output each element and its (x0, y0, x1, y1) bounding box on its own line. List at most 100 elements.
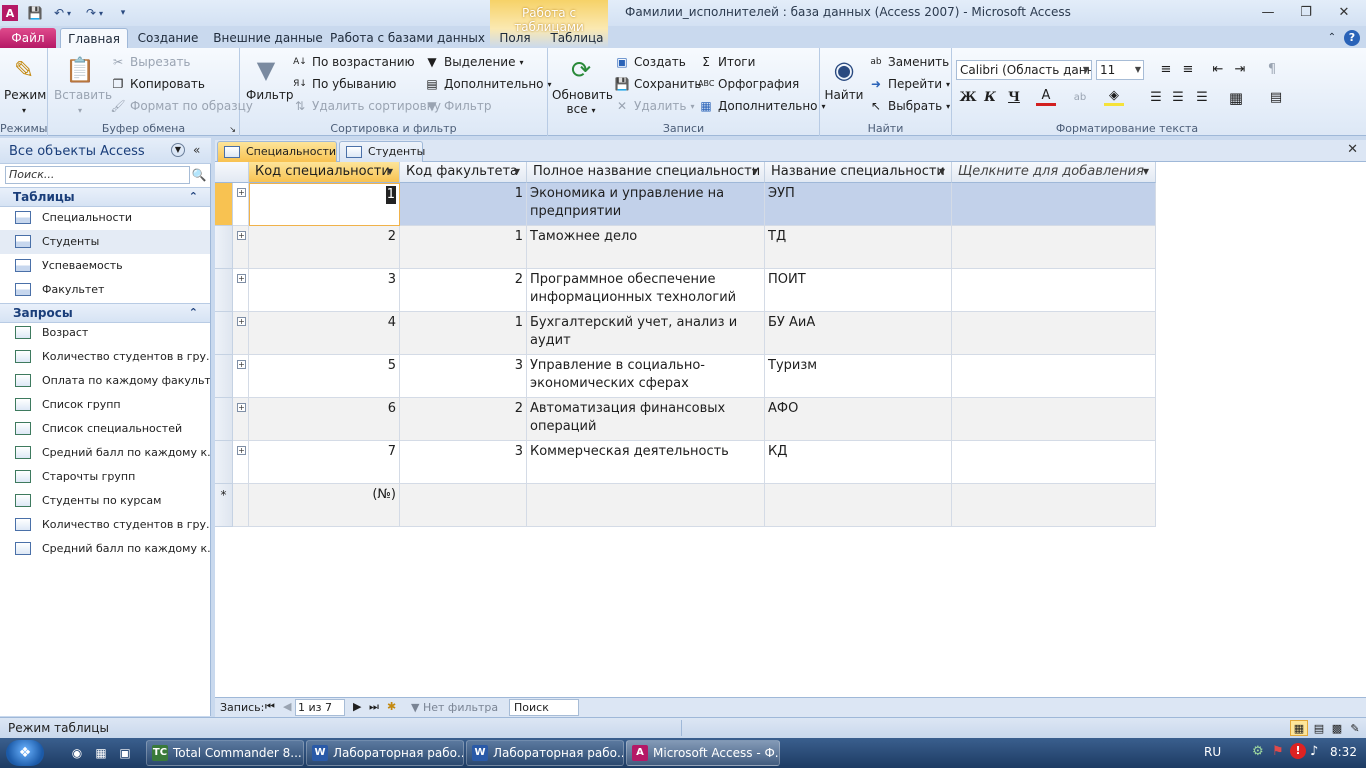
table-cell[interactable]: (№) (249, 484, 400, 527)
table-row[interactable]: +2 1 Таможнее дело ТД (215, 226, 1156, 269)
sort-descending-button[interactable]: Я↓ По убыванию (292, 74, 396, 94)
tab-file[interactable]: Файл (0, 28, 56, 48)
selection-button[interactable]: ▼ Выделение ▾ (424, 52, 523, 72)
font-color-icon[interactable]: A (1036, 88, 1056, 106)
expand-plus-icon[interactable]: + (237, 446, 246, 455)
next-record-icon[interactable]: ▶ (353, 700, 361, 713)
table-cell[interactable]: 7 (249, 441, 400, 484)
bold-button[interactable]: Ж (958, 88, 978, 108)
task-access[interactable]: A Microsoft Access - Ф... (626, 740, 780, 766)
column-header-add-field[interactable]: Щелкните для добавления ▼ (952, 162, 1156, 183)
undo-dropdown-icon[interactable]: ▾ (64, 4, 74, 22)
goto-button[interactable]: ➜ Перейти ▾ (868, 74, 950, 94)
calculator-icon[interactable]: ▦ (92, 744, 110, 762)
nav-query-item[interactable]: Список групп (0, 393, 210, 417)
chevron-down-icon[interactable]: ▼ (514, 162, 520, 182)
nav-table-item[interactable]: Успеваемость (0, 254, 210, 278)
nav-query-item[interactable]: Возраст (0, 321, 210, 345)
font-size-combo[interactable]: 11 ▼ (1096, 60, 1144, 80)
network-icon[interactable]: ⚙ (1252, 744, 1264, 759)
table-cell[interactable] (952, 355, 1156, 398)
design-view-icon[interactable]: ✎ (1346, 720, 1364, 736)
view-button[interactable]: ✎ Режим ▾ (4, 54, 46, 118)
format-painter-button[interactable]: 🖌 Формат по образцу (110, 96, 253, 116)
tab-fields[interactable]: Поля (492, 28, 538, 48)
select-button[interactable]: ↖ Выбрать ▾ (868, 96, 950, 116)
datasheet-view-icon[interactable]: ▦ (1290, 720, 1308, 736)
app-launcher-icon[interactable]: ▣ (116, 744, 134, 762)
table-cell[interactable]: Программное обеспечение информационных т… (527, 269, 765, 312)
copy-button[interactable]: ❐ Копировать (110, 74, 205, 94)
table-row[interactable]: +3 2 Программное обеспечение информационны… (215, 269, 1156, 312)
numbering-icon[interactable]: ≡ (1178, 60, 1198, 80)
column-header-short-name[interactable]: Название специальности ▼ (765, 162, 952, 183)
first-record-icon[interactable]: ⏮ (265, 700, 275, 714)
table-cell[interactable]: ТД (765, 226, 952, 269)
table-cell[interactable]: 1 (400, 312, 527, 355)
table-cell[interactable] (952, 484, 1156, 527)
task-total-commander[interactable]: TC Total Commander 8.... (146, 740, 304, 766)
nav-query-item[interactable]: Средний балл по каждому к... (0, 537, 210, 561)
new-row-asterisk-icon[interactable]: * (215, 484, 233, 527)
table-cell[interactable]: 1 (400, 226, 527, 269)
previous-record-icon[interactable]: ◀ (283, 700, 291, 713)
nav-query-item[interactable]: Старочты групп (0, 465, 210, 489)
doc-tab-specialties[interactable]: Специальности (217, 141, 337, 162)
table-row[interactable]: +6 2 Автоматизация финансовых операций АФО (215, 398, 1156, 441)
help-icon[interactable]: ? (1344, 30, 1360, 46)
row-selector[interactable] (215, 312, 233, 355)
nav-query-item[interactable]: Оплата по каждому факульт... (0, 369, 210, 393)
column-header-code[interactable]: Код специальности ▼ (249, 162, 400, 183)
task-word-1[interactable]: W Лабораторная рабо... (306, 740, 464, 766)
nav-table-item[interactable]: Факультет (0, 278, 210, 302)
record-search-input[interactable]: Поиск (509, 699, 579, 716)
table-cell[interactable]: Бухгалтерский учет, анализ и аудит (527, 312, 765, 355)
decrease-indent-icon[interactable]: ⇤ (1208, 60, 1228, 80)
nav-query-item[interactable]: Количество студентов в гру... (0, 513, 210, 537)
chevron-down-icon[interactable]: ▼ (387, 162, 393, 182)
save-icon[interactable]: 💾 (26, 4, 44, 22)
table-cell[interactable]: 6 (249, 398, 400, 441)
start-button[interactable]: ❖ (6, 740, 44, 766)
table-cell[interactable] (527, 484, 765, 527)
bullets-icon[interactable]: ≡ (1156, 60, 1176, 80)
replace-button[interactable]: ab Заменить (868, 52, 949, 72)
alert-icon[interactable]: ! (1290, 743, 1306, 759)
restore-button[interactable]: ❐ (1288, 2, 1324, 22)
column-header-faculty[interactable]: Код факультета ▼ (400, 162, 527, 183)
minimize-ribbon-icon[interactable]: ⌃ (1322, 28, 1342, 48)
tab-table[interactable]: Таблица (546, 28, 608, 48)
align-right-icon[interactable]: ☰ (1192, 88, 1212, 108)
table-cell[interactable]: Автоматизация финансовых операций (527, 398, 765, 441)
new-record-row[interactable]: * (№) (215, 484, 1156, 527)
no-filter-button[interactable]: ▼ Нет фильтра (411, 701, 498, 714)
cut-button[interactable]: ✂ Вырезать (110, 52, 191, 72)
nav-query-item[interactable]: Средний балл по каждому к... (0, 441, 210, 465)
table-cell[interactable]: БУ АиА (765, 312, 952, 355)
volume-icon[interactable]: ♪ (1310, 744, 1318, 759)
new-record-button[interactable]: ▣ Создать (614, 52, 686, 72)
filter-button[interactable]: ▼ Фильтр (246, 54, 293, 102)
table-cell[interactable] (952, 183, 1156, 226)
save-record-button[interactable]: 💾 Сохранить (614, 74, 702, 94)
expand-plus-icon[interactable]: + (237, 231, 246, 240)
table-cell[interactable]: 2 (400, 269, 527, 312)
table-row[interactable]: +7 3 Коммерческая деятельность КД (215, 441, 1156, 484)
column-header-full-name[interactable]: Полное название специальности ▼ (527, 162, 765, 183)
nav-query-item[interactable]: Список специальностей (0, 417, 210, 441)
access-app-icon[interactable]: A (2, 5, 18, 21)
table-cell[interactable] (952, 269, 1156, 312)
tab-home[interactable]: Главная (60, 28, 128, 48)
paste-button[interactable]: 📋 Вставить ▾ (54, 54, 112, 118)
nav-pane-header[interactable]: Все объекты Access ▼ « (0, 138, 211, 164)
nav-query-item[interactable]: Студенты по курсам (0, 489, 210, 513)
sort-ascending-button[interactable]: A↓ По возрастанию (292, 52, 415, 72)
row-selector[interactable] (215, 441, 233, 484)
nav-menu-chevron-icon[interactable]: ▼ (171, 143, 185, 157)
chevron-down-icon[interactable]: ▼ (752, 162, 758, 182)
table-row[interactable]: +5 3 Управление в социально-экономических … (215, 355, 1156, 398)
table-cell[interactable]: Туризм (765, 355, 952, 398)
expand-plus-icon[interactable]: + (237, 317, 246, 326)
table-cell[interactable]: ПОИТ (765, 269, 952, 312)
italic-button[interactable]: К (980, 88, 1000, 108)
